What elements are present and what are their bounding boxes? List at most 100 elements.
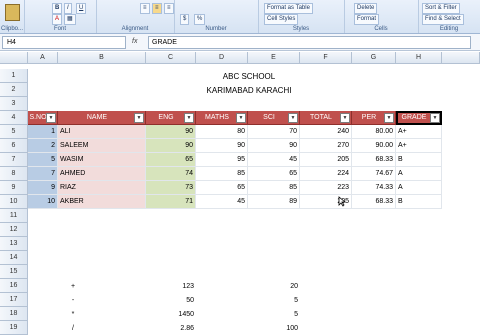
sort-filter-button[interactable]: Sort & Filter: [422, 3, 460, 14]
filter-dropdown-icon[interactable]: ▼: [288, 113, 298, 123]
italic-button[interactable]: I: [64, 3, 72, 14]
table-cell[interactable]: 65: [248, 167, 300, 181]
operator-cell[interactable]: -: [58, 293, 88, 307]
align-left-icon[interactable]: ≡: [140, 3, 150, 14]
header-cell-maths[interactable]: MATHS ▼: [196, 111, 248, 125]
row-header-9[interactable]: 9: [0, 181, 28, 195]
table-cell[interactable]: 5: [28, 153, 58, 167]
row-header-12[interactable]: 12: [0, 223, 28, 237]
header-cell-eng[interactable]: ENG ▼: [146, 111, 196, 125]
align-right-icon[interactable]: ≡: [164, 3, 174, 14]
operator-cell[interactable]: /: [58, 321, 88, 335]
table-cell[interactable]: WASIM: [58, 153, 146, 167]
table-cell[interactable]: 2: [28, 139, 58, 153]
table-cell[interactable]: A: [396, 167, 442, 181]
row-header-14[interactable]: 14: [0, 251, 28, 265]
filter-dropdown-icon[interactable]: ▼: [236, 113, 246, 123]
column-header-i[interactable]: [442, 52, 480, 64]
operand-cell[interactable]: 5: [248, 293, 300, 307]
percent-icon[interactable]: %: [194, 14, 206, 25]
operand-cell[interactable]: 1450: [146, 307, 196, 321]
bold-button[interactable]: B: [52, 3, 63, 14]
table-cell[interactable]: 90: [248, 139, 300, 153]
filter-dropdown-icon[interactable]: ▼: [340, 113, 350, 123]
table-cell[interactable]: 7: [28, 167, 58, 181]
row-header-6[interactable]: 6: [0, 139, 28, 153]
column-header-d[interactable]: D: [196, 52, 248, 64]
header-cell-sci[interactable]: SCI ▼: [248, 111, 300, 125]
table-cell[interactable]: 205: [300, 153, 352, 167]
fx-icon[interactable]: fx: [132, 36, 146, 47]
operator-cell[interactable]: *: [58, 307, 88, 321]
table-cell[interactable]: B: [396, 153, 442, 167]
table-cell[interactable]: 270: [300, 139, 352, 153]
table-cell[interactable]: 224: [300, 167, 352, 181]
font-color-icon[interactable]: A: [52, 14, 63, 25]
operand-cell[interactable]: 100: [248, 321, 300, 335]
table-cell[interactable]: 223: [300, 181, 352, 195]
header-cell-name[interactable]: NAME ▼: [58, 111, 146, 125]
table-cell[interactable]: 65: [146, 153, 196, 167]
currency-icon[interactable]: $: [180, 14, 190, 25]
school-subtitle[interactable]: KARIMABAD KARACHI: [146, 83, 352, 97]
filter-dropdown-icon[interactable]: ▼: [184, 113, 194, 123]
cell-styles-button[interactable]: Cell Styles: [264, 14, 299, 25]
row-header-1[interactable]: 1: [0, 69, 28, 83]
table-cell[interactable]: 74.67: [352, 167, 396, 181]
operator-cell[interactable]: +: [58, 279, 88, 293]
table-cell[interactable]: 80.00: [352, 125, 396, 139]
table-cell[interactable]: A: [396, 181, 442, 195]
row-header-5[interactable]: 5: [0, 125, 28, 139]
table-cell[interactable]: 68.33: [352, 153, 396, 167]
format-button[interactable]: Format: [354, 14, 380, 25]
table-cell[interactable]: ALI: [58, 125, 146, 139]
school-title[interactable]: ABC SCHOOL: [146, 69, 352, 83]
format-as-table-button[interactable]: Format as Table: [264, 3, 313, 14]
table-cell[interactable]: RIAZ: [58, 181, 146, 195]
table-cell[interactable]: 9: [28, 181, 58, 195]
row-header-13[interactable]: 13: [0, 237, 28, 251]
operand-cell[interactable]: 20: [248, 279, 300, 293]
table-cell[interactable]: 89: [248, 195, 300, 209]
column-header-e[interactable]: E: [248, 52, 300, 64]
table-cell[interactable]: 95: [196, 153, 248, 167]
row-header-4[interactable]: 4: [0, 111, 28, 125]
filter-dropdown-icon[interactable]: ▼: [430, 113, 440, 123]
table-cell[interactable]: 85: [196, 167, 248, 181]
table-cell[interactable]: 65: [196, 181, 248, 195]
row-header-17[interactable]: 17: [0, 293, 28, 307]
header-cell-total[interactable]: TOTAL ▼: [300, 111, 352, 125]
column-header-g[interactable]: G: [352, 52, 396, 64]
row-header-18[interactable]: 18: [0, 307, 28, 321]
operand-cell[interactable]: 123: [146, 279, 196, 293]
table-cell[interactable]: 90: [196, 139, 248, 153]
table-cell[interactable]: 90: [146, 139, 196, 153]
row-header-16[interactable]: 16: [0, 279, 28, 293]
table-cell[interactable]: 90: [146, 125, 196, 139]
table-cell[interactable]: 240: [300, 125, 352, 139]
align-center-icon[interactable]: ≡: [152, 3, 162, 14]
row-header-2[interactable]: 2: [0, 83, 28, 97]
table-cell[interactable]: B: [396, 195, 442, 209]
header-cell-grade[interactable]: GRADE ▼: [396, 111, 442, 125]
column-header-f[interactable]: F: [300, 52, 352, 64]
paste-icon[interactable]: [5, 4, 20, 21]
header-cell-sno[interactable]: S.NO ▼: [28, 111, 58, 125]
table-cell[interactable]: 45: [196, 195, 248, 209]
operand-cell[interactable]: 2.86: [146, 321, 196, 335]
table-cell[interactable]: 80: [196, 125, 248, 139]
borders-icon[interactable]: ▦: [64, 14, 76, 25]
table-cell[interactable]: 70: [248, 125, 300, 139]
row-header-7[interactable]: 7: [0, 153, 28, 167]
column-header-a[interactable]: A: [28, 52, 58, 64]
table-cell[interactable]: A+: [396, 125, 442, 139]
table-cell[interactable]: AKBER: [58, 195, 146, 209]
table-cell[interactable]: AHMED: [58, 167, 146, 181]
table-cell[interactable]: 1: [28, 125, 58, 139]
table-cell[interactable]: 74.33: [352, 181, 396, 195]
formula-input[interactable]: GRADE: [148, 36, 471, 49]
name-box[interactable]: H4: [2, 36, 126, 49]
filter-dropdown-icon[interactable]: ▼: [384, 113, 394, 123]
table-cell[interactable]: 85: [248, 181, 300, 195]
delete-button[interactable]: Delete: [354, 3, 378, 14]
